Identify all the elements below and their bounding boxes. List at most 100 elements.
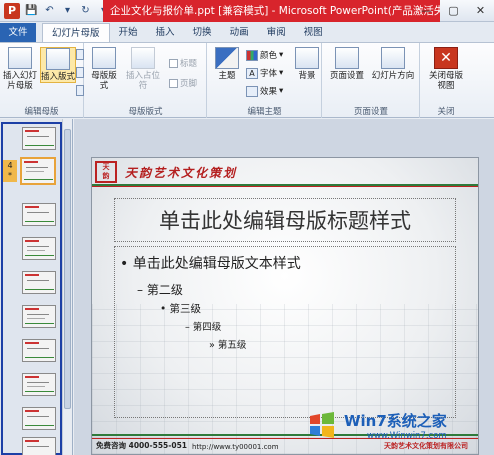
watermark-title: Win7系统之家 bbox=[344, 412, 447, 430]
theme-button[interactable]: 主题 bbox=[212, 47, 242, 81]
undo-icon[interactable]: ↶ bbox=[42, 3, 57, 18]
tab-slide-master[interactable]: 幻灯片母版 bbox=[42, 23, 110, 42]
close-button[interactable]: ✕ bbox=[467, 0, 494, 22]
scrollbar-thumb[interactable] bbox=[64, 129, 71, 409]
group-close: ✕ 关闭母版视图 关闭 bbox=[421, 43, 471, 118]
rename-icon[interactable] bbox=[76, 67, 84, 78]
title-placeholder[interactable]: 单击此处编辑母版标题样式 bbox=[114, 198, 456, 242]
group-page-setup: 页面设置 幻灯片方向 页面设置 bbox=[323, 43, 420, 118]
orientation-label: 幻灯片方向 bbox=[371, 71, 415, 81]
group-edit-master: 插入幻灯片母版 插入版式 编辑母版 bbox=[0, 43, 84, 118]
thumbnail-9[interactable] bbox=[22, 407, 56, 430]
background-label: 背景 bbox=[298, 71, 316, 81]
thumbnail-6[interactable] bbox=[22, 305, 56, 328]
group-edit-theme: 主题 颜色 ▾ A 字体 ▾ 效果 ▾ 背景 编辑主题 bbox=[208, 43, 322, 118]
title-bar: P 💾 ↶ ▾ ↻ ▾ 企业文化与报价单.ppt [兼容模式] - Micros… bbox=[0, 0, 494, 22]
effects-icon bbox=[246, 85, 258, 97]
tab-animations[interactable]: 动画 bbox=[221, 23, 258, 42]
insert-master-icon bbox=[8, 47, 32, 69]
level-3-text: 第三级 bbox=[169, 303, 202, 315]
fonts-button[interactable]: A 字体 ▾ bbox=[246, 67, 283, 79]
thumbnail-2[interactable] bbox=[20, 157, 56, 185]
title-checkbox-label: 标题 bbox=[180, 59, 198, 69]
dropdown-icon[interactable]: ▾ bbox=[60, 3, 75, 18]
effects-label: 效果 bbox=[260, 87, 278, 97]
group-master-layout: 母版版式 插入占位符 标题 页脚 母版版式 bbox=[85, 43, 207, 118]
tab-view[interactable]: 视图 bbox=[295, 23, 332, 42]
powerpoint-icon[interactable]: P bbox=[4, 3, 20, 19]
delete-icon[interactable] bbox=[76, 49, 84, 60]
slide-number-mark: * bbox=[8, 171, 12, 180]
thumbnail-10[interactable] bbox=[22, 437, 56, 455]
group-label-page-setup: 页面设置 bbox=[353, 107, 388, 117]
fonts-icon: A bbox=[246, 67, 258, 79]
ribbon-tabs: 文件 幻灯片母版 开始 插入 切换 动画 审阅 视图 bbox=[0, 22, 494, 42]
tab-insert[interactable]: 插入 bbox=[147, 23, 184, 42]
group-label-master-layout: 母版版式 bbox=[128, 107, 163, 117]
minimize-button[interactable]: — bbox=[413, 0, 440, 22]
insert-layout-button[interactable]: 插入版式 bbox=[40, 47, 76, 83]
tab-file[interactable]: 文件 bbox=[0, 23, 36, 42]
orientation-icon bbox=[381, 47, 405, 69]
thumbnail-scrollbar[interactable] bbox=[62, 119, 72, 455]
footer-checkbox[interactable]: 页脚 bbox=[169, 77, 197, 89]
text-level-3: • 第三级 bbox=[160, 303, 202, 315]
level-1-text: 单击此处编辑母版文本样式 bbox=[132, 256, 301, 272]
close-master-view-button[interactable]: ✕ 关闭母版视图 bbox=[425, 47, 467, 91]
tab-review[interactable]: 审阅 bbox=[258, 23, 295, 42]
thumbnail-8[interactable] bbox=[22, 373, 56, 396]
level-4-text: 第四级 bbox=[192, 322, 222, 333]
slide-thumbnail-pane[interactable]: 4 * bbox=[0, 119, 73, 455]
level-5-text: 第五级 bbox=[217, 340, 247, 351]
colors-button[interactable]: 颜色 ▾ bbox=[246, 49, 283, 61]
text-level-2: – 第二级 bbox=[137, 283, 183, 297]
slide-number: 4 bbox=[7, 161, 13, 170]
ribbon: 插入幻灯片母版 插入版式 编辑母版 母版版式 插入占位符 标题 页脚 母版版式 bbox=[0, 42, 494, 118]
dropdown-arrow-icon: ▾ bbox=[279, 50, 284, 60]
background-button[interactable]: 背景 bbox=[294, 47, 320, 81]
quick-access-toolbar: 💾 ↶ ▾ ↻ ▾ bbox=[24, 3, 111, 18]
thumbnail-1[interactable] bbox=[22, 127, 56, 150]
insert-placeholder-button[interactable]: 插入占位符 bbox=[125, 47, 161, 91]
thumbnail-3[interactable] bbox=[22, 203, 56, 226]
insert-placeholder-label: 插入占位符 bbox=[125, 71, 160, 91]
tab-home[interactable]: 开始 bbox=[110, 23, 147, 42]
redo-icon[interactable]: ↻ bbox=[78, 3, 93, 18]
insert-layout-icon bbox=[46, 48, 70, 70]
thumbnail-5[interactable] bbox=[22, 271, 56, 294]
maximize-button[interactable]: ▢ bbox=[440, 0, 467, 22]
checkbox-icon bbox=[169, 78, 178, 88]
thumbnail-7[interactable] bbox=[22, 339, 56, 362]
background-icon bbox=[295, 47, 319, 69]
master-layout-label: 母版版式 bbox=[91, 71, 117, 91]
dropdown-arrow-icon: ▾ bbox=[279, 86, 284, 96]
page-setup-button[interactable]: 页面设置 bbox=[327, 47, 367, 81]
theme-label: 主题 bbox=[218, 71, 236, 81]
page-setup-icon bbox=[335, 47, 359, 69]
preserve-icon[interactable] bbox=[76, 85, 84, 96]
fonts-label: 字体 bbox=[260, 69, 278, 79]
header-rule bbox=[92, 184, 478, 187]
footer-url: http://www.ty00001.com bbox=[192, 443, 279, 451]
page-setup-label: 页面设置 bbox=[329, 71, 364, 81]
close-master-label: 关闭母版视图 bbox=[428, 71, 463, 91]
insert-slide-master-button[interactable]: 插入幻灯片母版 bbox=[2, 47, 38, 91]
master-layout-button[interactable]: 母版版式 bbox=[89, 47, 119, 91]
tab-transitions[interactable]: 切换 bbox=[184, 23, 221, 42]
insert-placeholder-icon bbox=[131, 47, 155, 69]
footer-hotline: 免费咨询 4000-555-051 bbox=[96, 441, 188, 450]
thumbnail-4[interactable] bbox=[22, 237, 56, 260]
slide-orientation-button[interactable]: 幻灯片方向 bbox=[369, 47, 417, 81]
window-title: 企业文化与报价单.ppt [兼容模式] - Microsoft PowerPoi… bbox=[103, 0, 440, 22]
checkbox-icon bbox=[169, 58, 178, 68]
level-2-text: 第二级 bbox=[146, 283, 183, 297]
effects-button[interactable]: 效果 ▾ bbox=[246, 85, 283, 97]
body-placeholder[interactable]: • 单击此处编辑母版文本样式 – 第二级 • 第三级 – 第四级 » 第五级 bbox=[114, 246, 456, 418]
title-checkbox[interactable]: 标题 bbox=[169, 57, 197, 69]
text-level-4: – 第四级 bbox=[185, 322, 222, 333]
insert-master-label: 插入幻灯片母版 bbox=[2, 71, 37, 91]
group-label-close: 关闭 bbox=[437, 107, 455, 117]
footer-checkbox-label: 页脚 bbox=[180, 79, 198, 89]
text-level-1: • 单击此处编辑母版文本样式 bbox=[120, 256, 301, 272]
save-icon[interactable]: 💾 bbox=[24, 3, 39, 18]
